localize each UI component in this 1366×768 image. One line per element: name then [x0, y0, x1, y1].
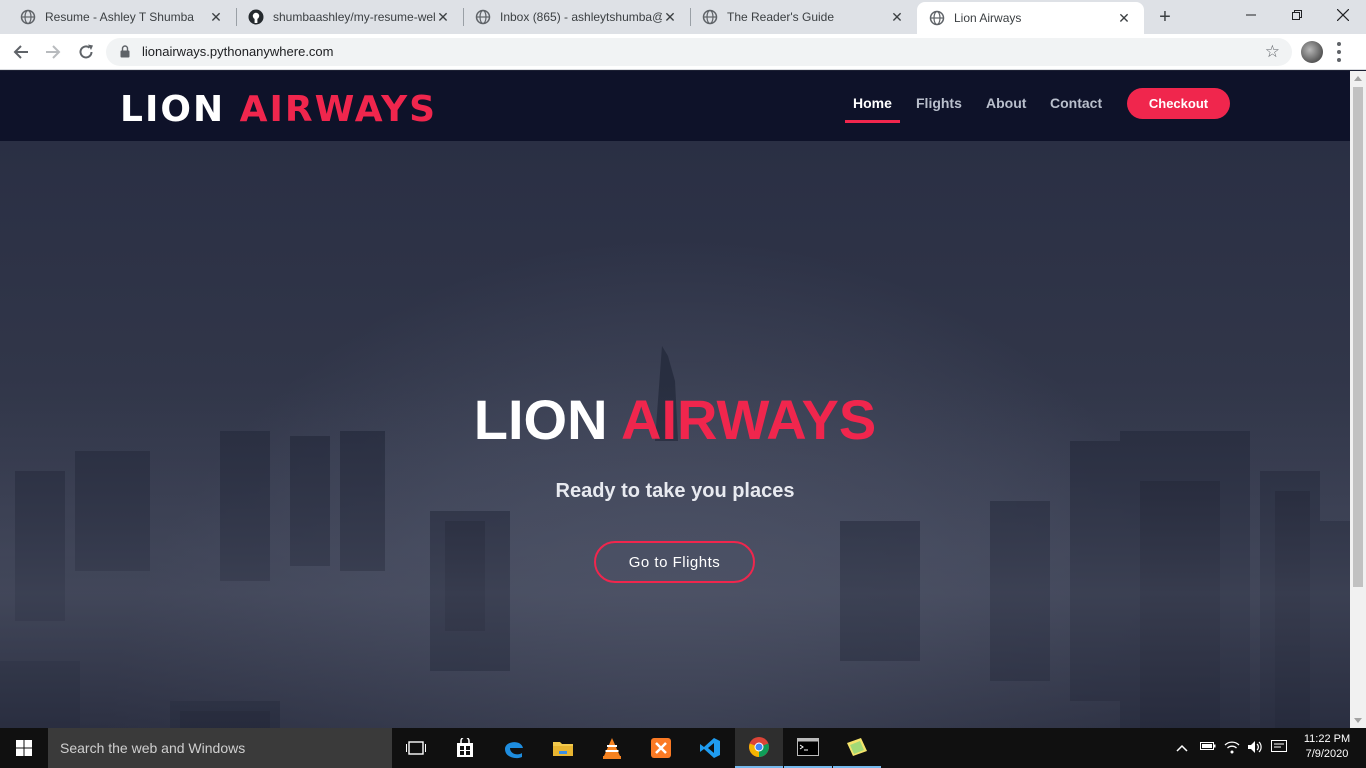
- clock-date: 7/9/2020: [1305, 748, 1349, 760]
- reload-icon[interactable]: [74, 40, 98, 64]
- notification-icon[interactable]: [1271, 740, 1287, 757]
- brand-main: LION: [120, 89, 226, 130]
- store-icon[interactable]: [441, 728, 489, 768]
- scroll-up-icon[interactable]: [1354, 76, 1362, 81]
- globe-icon: [20, 9, 36, 25]
- nav-about[interactable]: About: [986, 95, 1026, 111]
- scrollbar-thumb[interactable]: [1353, 87, 1363, 587]
- browser-tab[interactable]: shumbaashley/my-resume-wel ✕: [236, 0, 463, 34]
- browser-tab-active[interactable]: Lion Airways ✕: [917, 2, 1144, 34]
- tab-title: Lion Airways: [954, 11, 1022, 25]
- windows-start-icon[interactable]: [0, 728, 48, 768]
- new-tab-button[interactable]: +: [1154, 6, 1176, 28]
- browser-menu-icon[interactable]: [1336, 42, 1342, 62]
- browser-toolbar: lionairways.pythonanywhere.com ☆: [0, 34, 1366, 70]
- nav-flights[interactable]: Flights: [916, 95, 962, 111]
- xampp-icon[interactable]: [637, 728, 685, 768]
- volume-icon[interactable]: [1247, 740, 1263, 757]
- bookmark-star-icon[interactable]: ☆: [1265, 42, 1280, 62]
- tab-title: shumbaashley/my-resume-wel: [273, 10, 435, 24]
- sticky-notes-icon[interactable]: [833, 728, 881, 768]
- clock-time: 11:22 PM: [1303, 733, 1351, 745]
- nav-contact[interactable]: Contact: [1050, 95, 1102, 111]
- task-view-icon[interactable]: [392, 728, 440, 768]
- tab-title: Resume - Ashley T Shumba: [45, 10, 194, 24]
- brand-accent: AIRWAYS: [239, 89, 438, 130]
- terminal-icon[interactable]: [784, 728, 832, 768]
- hero-subtitle: Ready to take you places: [555, 480, 795, 502]
- globe-icon: [475, 9, 491, 25]
- globe-icon: [702, 9, 718, 25]
- close-tab-icon[interactable]: ✕: [435, 9, 451, 25]
- site-header: LION AIRWAYS Home Flights About Contact …: [0, 71, 1350, 141]
- checkout-button[interactable]: Checkout: [1127, 88, 1230, 119]
- browser-tab[interactable]: The Reader's Guide ✕: [690, 0, 917, 34]
- taskbar-search-box[interactable]: Search the web and Windows: [48, 728, 392, 768]
- brand-logo[interactable]: LION AIRWAYS: [120, 89, 437, 130]
- close-tab-icon[interactable]: ✕: [1116, 10, 1132, 26]
- url-text: lionairways.pythonanywhere.com: [142, 44, 334, 59]
- taskbar-clock[interactable]: 11:22 PM 7/9/2020: [1298, 732, 1356, 762]
- hero-title: LION AIRWAYS: [0, 387, 1350, 452]
- vlc-icon[interactable]: [588, 728, 636, 768]
- back-icon[interactable]: [9, 40, 33, 64]
- hero-title-accent: AIRWAYS: [621, 388, 877, 451]
- hero-section: LION AIRWAYS Ready to take you places Go…: [0, 141, 1350, 728]
- nav-active-indicator: [845, 120, 900, 123]
- scroll-down-icon[interactable]: [1354, 718, 1362, 723]
- restore-icon[interactable]: [1274, 0, 1320, 30]
- tab-title: The Reader's Guide: [727, 10, 835, 24]
- browser-tab-strip: Resume - Ashley T Shumba ✕ shumbaashley/…: [0, 0, 1366, 34]
- github-icon: [248, 9, 264, 25]
- address-bar[interactable]: lionairways.pythonanywhere.com ☆: [106, 38, 1292, 66]
- page-viewport: LION AIRWAYS Home Flights About Contact …: [0, 71, 1350, 728]
- lock-icon: [120, 45, 130, 58]
- battery-icon[interactable]: [1200, 740, 1216, 755]
- browser-tab[interactable]: Resume - Ashley T Shumba ✕: [0, 0, 236, 34]
- tab-title: Inbox (865) - ashleytshumba@: [500, 10, 662, 24]
- hero-title-main: LION: [473, 388, 608, 451]
- nav-home[interactable]: Home: [853, 95, 892, 111]
- close-window-icon[interactable]: [1320, 0, 1366, 30]
- wifi-icon[interactable]: [1224, 740, 1240, 757]
- globe-icon: [929, 10, 945, 26]
- tray-chevron-icon[interactable]: [1176, 740, 1188, 755]
- go-to-flights-button[interactable]: Go to Flights: [594, 541, 755, 583]
- browser-tab[interactable]: Inbox (865) - ashleytshumba@ ✕: [463, 0, 690, 34]
- chrome-icon[interactable]: [735, 728, 783, 768]
- minimize-icon[interactable]: [1228, 0, 1274, 30]
- edge-icon[interactable]: [490, 728, 538, 768]
- forward-icon[interactable]: [41, 40, 65, 64]
- close-tab-icon[interactable]: ✕: [208, 9, 224, 25]
- close-tab-icon[interactable]: ✕: [662, 9, 678, 25]
- file-explorer-icon[interactable]: [539, 728, 587, 768]
- close-tab-icon[interactable]: ✕: [889, 9, 905, 25]
- page-scrollbar[interactable]: [1350, 71, 1366, 728]
- windows-taskbar: Search the web and Windows 11:22 PM 7/9/…: [0, 728, 1366, 768]
- profile-avatar[interactable]: [1301, 41, 1323, 63]
- vscode-icon[interactable]: [686, 728, 734, 768]
